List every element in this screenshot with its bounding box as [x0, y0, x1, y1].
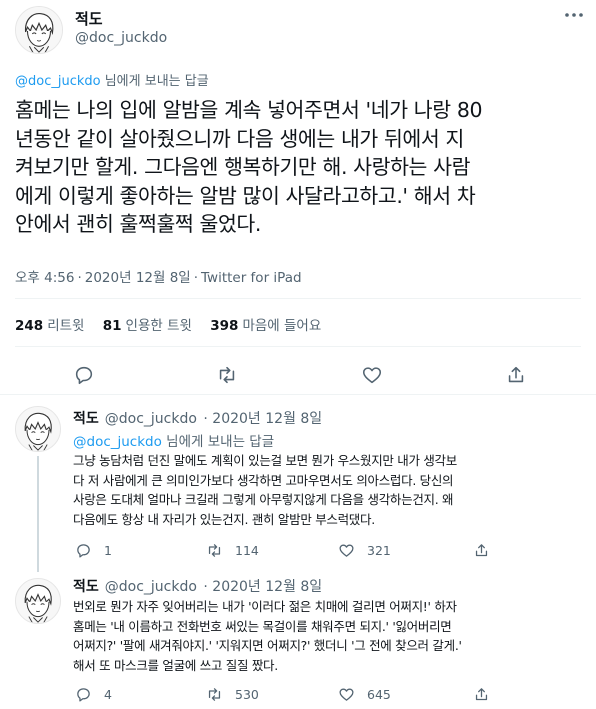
quotes-count: 81 [102, 318, 122, 334]
retweets-label: 리트윗 [47, 318, 85, 334]
reply-tweet[interactable]: 적도 @doc_juckdo · 2020년 12월 8일 @doc_juckdo… [0, 396, 596, 572]
reply-to-line: @doc_juckdo 님에게 보내는 답글 [73, 430, 274, 450]
retweet-button[interactable] [216, 364, 238, 386]
main-tweet-header: 적도 @doc_juckdo [0, 0, 596, 62]
retweet-icon [208, 543, 221, 557]
divider [0, 394, 596, 395]
like-button[interactable] [361, 364, 383, 386]
avatar[interactable] [15, 578, 61, 624]
reply-to-line: @doc_juckdo 님에게 보내는 답글 [15, 70, 209, 89]
like-icon [362, 367, 382, 384]
share-icon [475, 687, 488, 700]
thread-line [37, 456, 39, 572]
reply-to-mention[interactable]: @doc_juckdo [15, 74, 101, 89]
reply-action-bar: 4 530 645 [73, 684, 588, 704]
retweets-count: 248 [15, 318, 44, 334]
quotes-stat[interactable]: 81 인용한 트윗 [103, 318, 192, 334]
retweet-button[interactable]: 530 [206, 684, 259, 704]
author-handle[interactable]: @doc_juckdo [105, 579, 197, 595]
reply-date[interactable]: 2020년 12월 8일 [212, 579, 322, 595]
retweet-button[interactable]: 114 [206, 540, 259, 560]
author-handle[interactable]: @doc_juckdo [75, 30, 167, 46]
like-button[interactable]: 321 [338, 540, 391, 560]
author-name[interactable]: 적도 [75, 8, 103, 29]
share-icon [475, 543, 488, 556]
reply-count: 4 [104, 686, 112, 702]
likes-label: 마음에 들어요 [242, 318, 322, 334]
reply-date[interactable]: 2020년 12월 8일 [212, 411, 322, 427]
tweet-date[interactable]: 2020년 12월 8일 [85, 270, 191, 286]
reply-text: 그냥 농담처럼 던진 말에도 계획이 있는걸 보면 뭔가 우스웠지만 내가 생각… [73, 453, 457, 527]
tweet-meta: 오후 4:56 · 2020년 12월 8일 · Twitter for iPad [15, 270, 302, 286]
reply-action-bar: 1 114 321 [73, 540, 588, 560]
avatar[interactable] [15, 6, 63, 54]
divider [15, 298, 581, 299]
author-handle[interactable]: @doc_juckdo [105, 411, 197, 427]
retweets-stat[interactable]: 248 리트윗 [15, 318, 84, 334]
avatar-illustration [16, 7, 62, 53]
tweet-time[interactable]: 오후 4:56 [15, 270, 74, 286]
like-icon [339, 688, 354, 701]
reply-header: 적도 @doc_juckdo · 2020년 12월 8일 [73, 579, 323, 595]
like-count: 321 [367, 542, 391, 558]
reply-header: 적도 @doc_juckdo · 2020년 12월 8일 [73, 411, 323, 427]
share-button[interactable] [473, 684, 490, 704]
reply-to-suffix: 님에게 보내는 답글 [161, 434, 275, 450]
more-icon[interactable] [563, 8, 585, 22]
reply-button[interactable]: 1 [75, 540, 112, 560]
share-icon [508, 366, 524, 383]
quotes-label: 인용한 트윗 [125, 318, 192, 334]
tweet-text: 홈메는 나의 입에 알밤을 계속 넣어주면서 '네가 나랑 80 년동안 같이 … [15, 98, 483, 236]
divider [15, 346, 581, 347]
like-count: 645 [367, 686, 391, 702]
likes-stat[interactable]: 398 마음에 들어요 [210, 318, 321, 334]
reply-icon [77, 543, 90, 558]
retweet-icon [208, 687, 221, 701]
likes-count: 398 [210, 318, 239, 334]
retweet-icon [219, 366, 235, 384]
retweet-count: 114 [235, 542, 259, 558]
tweet-source[interactable]: Twitter for iPad [201, 270, 302, 286]
retweet-count: 530 [235, 686, 259, 702]
avatar[interactable] [15, 406, 61, 452]
reply-button[interactable]: 4 [75, 684, 112, 704]
avatar-illustration [16, 407, 60, 451]
reply-text: 번외로 뭔가 자주 잊어버리는 내가 '이러다 젊은 치매에 걸리면 어쩌지!'… [73, 599, 462, 673]
avatar-illustration [16, 579, 60, 623]
share-button[interactable] [473, 540, 490, 560]
reply-count: 1 [104, 542, 112, 558]
author-name[interactable]: 적도 [73, 579, 99, 595]
reply-icon [77, 687, 90, 702]
reply-to-suffix: 님에게 보내는 답글 [100, 74, 209, 89]
like-icon [339, 544, 354, 557]
tweet-stats: 248 리트윗 81 인용한 트윗 398 마음에 들어요 [15, 314, 335, 334]
like-button[interactable]: 645 [338, 684, 391, 704]
main-action-bar [0, 360, 596, 390]
share-button[interactable] [505, 364, 527, 386]
reply-to-mention[interactable]: @doc_juckdo [73, 434, 162, 450]
author-name[interactable]: 적도 [73, 411, 99, 427]
reply-icon [75, 366, 93, 385]
reply-tweet[interactable]: 적도 @doc_juckdo · 2020년 12월 8일 번외로 뭔가 자주 잊… [0, 572, 596, 709]
reply-button[interactable] [73, 364, 95, 386]
